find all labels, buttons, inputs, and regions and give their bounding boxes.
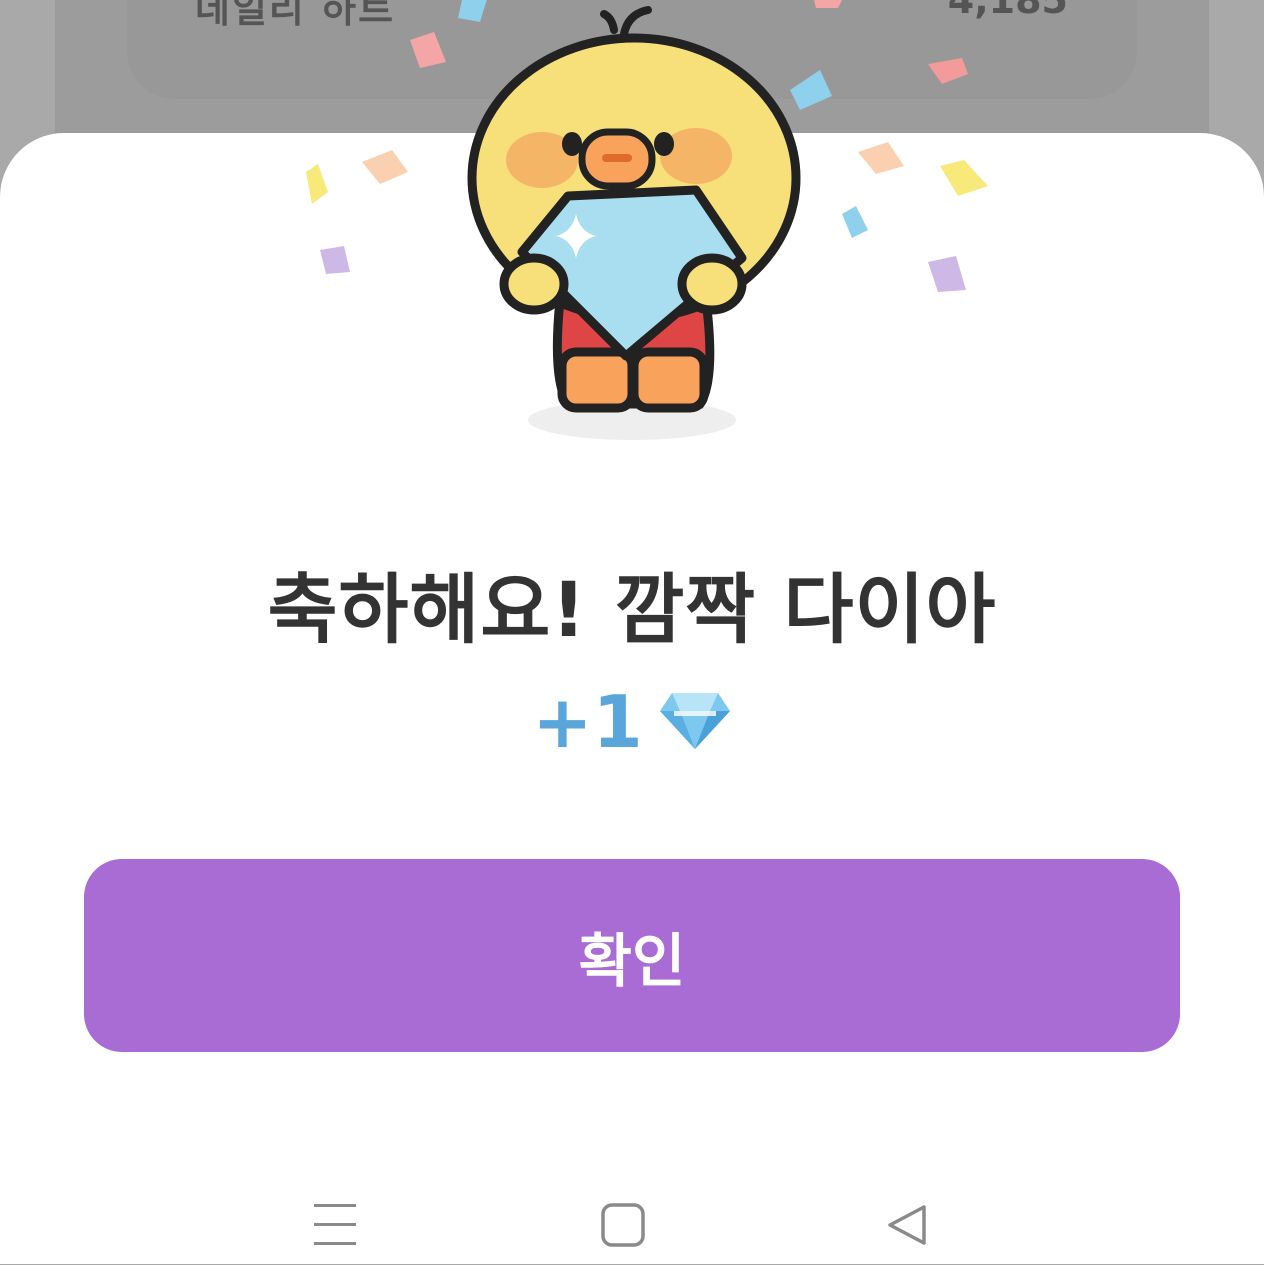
- reward-display: +1: [0, 680, 1264, 764]
- back-icon[interactable]: [868, 1185, 948, 1265]
- home-icon[interactable]: [583, 1185, 663, 1265]
- recent-apps-icon[interactable]: [295, 1185, 375, 1265]
- mascot-illustration: [306, 0, 988, 440]
- confirm-button[interactable]: 확인: [84, 859, 1180, 1052]
- diamond-icon: [658, 689, 732, 755]
- dialog-title: 축하해요! 깜짝 다이아: [267, 565, 997, 654]
- reward-amount: +1: [532, 680, 643, 764]
- system-navigation-bar: [0, 1185, 1264, 1264]
